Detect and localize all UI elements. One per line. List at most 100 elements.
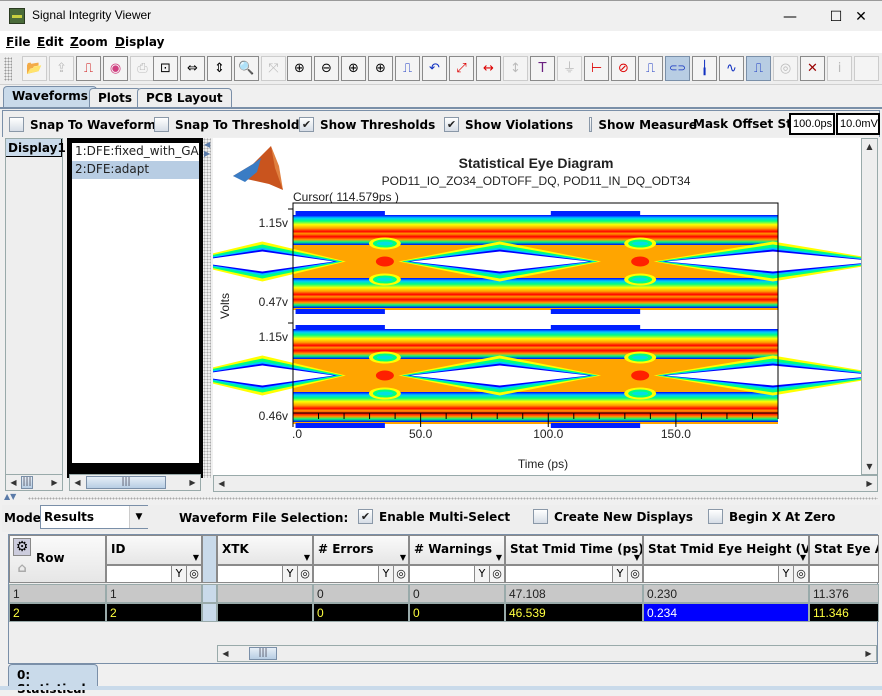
table-cell-selected-row[interactable]: 0 bbox=[313, 603, 409, 622]
tab-plots[interactable]: Plots bbox=[89, 88, 142, 108]
column-header[interactable]: Stat Eye Ar bbox=[809, 535, 879, 565]
splitter-collapse-icon[interactable]: ▲▼ bbox=[4, 492, 16, 501]
mode-select[interactable]: Results ▼ bbox=[40, 505, 148, 529]
zoom-in-button[interactable]: ⊕ bbox=[287, 56, 312, 81]
digital-waveform-button[interactable]: ⎍ bbox=[746, 56, 771, 81]
display-list-hscroll[interactable]: ◀ ||| ▶ bbox=[5, 474, 63, 491]
delete-button[interactable]: ✕ bbox=[800, 56, 825, 81]
show-thresholds-checkbox[interactable]: ✔ Show Thresholds bbox=[299, 117, 435, 132]
eye-diagram-chart[interactable]: Statistical Eye Diagram POD11_IO_ZO34_OD… bbox=[178, 138, 882, 475]
filter-icon[interactable]: Y bbox=[778, 566, 793, 582]
toolbar-grip[interactable] bbox=[4, 57, 12, 81]
snap-to-waveform-checkbox[interactable]: Snap To Waveform bbox=[9, 117, 156, 132]
waveform-item[interactable]: 1:DFE:fixed_with_GA bbox=[72, 143, 199, 161]
zoom-fit-x-button[interactable]: ⇔ bbox=[180, 56, 205, 81]
scroll-right-icon[interactable]: ▶ bbox=[861, 646, 876, 661]
table-cell-selected-row[interactable]: 2 bbox=[9, 603, 106, 622]
show-measure-checkbox[interactable]: Show Measure bbox=[589, 117, 697, 132]
scroll-thumb[interactable]: ||| bbox=[21, 476, 33, 489]
clear-filter-icon[interactable]: ◎ bbox=[793, 566, 808, 582]
clear-filter-icon[interactable]: ◎ bbox=[627, 566, 642, 582]
measure-delta-button[interactable]: ⤢ bbox=[449, 56, 474, 81]
clear-filter-icon[interactable]: ◎ bbox=[489, 566, 504, 582]
scroll-up-icon[interactable]: ▲ bbox=[862, 139, 877, 154]
column-filter-input[interactable]: Y ◎ bbox=[409, 565, 505, 583]
scroll-right-icon[interactable]: ▶ bbox=[47, 475, 62, 490]
zoom-out-button[interactable]: ⊖ bbox=[314, 56, 339, 81]
sine-waveform-button[interactable]: ∿ bbox=[719, 56, 744, 81]
scroll-down-icon[interactable]: ▼ bbox=[862, 459, 877, 474]
scroll-right-icon[interactable]: ▶ bbox=[862, 476, 877, 491]
sort-dropdown-icon[interactable]: ▼ bbox=[634, 553, 640, 562]
begin-x-at-zero-checkbox[interactable]: Begin X At Zero bbox=[708, 509, 835, 524]
column-filter-input[interactable]: Y ◎ bbox=[505, 565, 643, 583]
pulse-waveform-button[interactable]: ⎍ bbox=[638, 56, 663, 81]
horizontal-splitter[interactable] bbox=[28, 497, 878, 500]
column-filter-input[interactable]: Y ◎ bbox=[643, 565, 809, 583]
sort-dropdown-icon[interactable]: ▼ bbox=[800, 553, 806, 562]
scroll-left-icon[interactable]: ◀ bbox=[218, 646, 233, 661]
enable-multi-select-checkbox[interactable]: ✔ Enable Multi-Select bbox=[358, 509, 510, 524]
table-cell[interactable] bbox=[217, 584, 313, 603]
clear-filter-icon[interactable]: ◎ bbox=[297, 566, 312, 582]
plot-hscroll[interactable]: ◀ ▶ bbox=[213, 475, 878, 492]
zoom-button[interactable]: 🔍 bbox=[234, 56, 259, 81]
tab-waveforms[interactable]: Waveforms bbox=[3, 86, 97, 108]
table-cell-selected-row[interactable]: 11.346 bbox=[809, 603, 879, 622]
column-header[interactable]: # Errors ▼ bbox=[313, 535, 409, 565]
scroll-left-icon[interactable]: ◀ bbox=[6, 475, 21, 490]
clear-filter-icon[interactable]: ◎ bbox=[393, 566, 408, 582]
filter-icon[interactable]: Y bbox=[282, 566, 297, 582]
column-filter-input[interactable]: Y ◎ bbox=[217, 565, 313, 583]
table-cell[interactable] bbox=[202, 584, 217, 603]
table-cell-selected-row[interactable]: 2 bbox=[106, 603, 202, 622]
zoom-previous-button[interactable]: ↶ bbox=[422, 56, 447, 81]
table-cell-selected-row[interactable]: 46.539 bbox=[505, 603, 643, 622]
column-filter-input[interactable]: Y ◎ bbox=[313, 565, 409, 583]
mask-offset-voltage-field[interactable]: 10.0mV bbox=[836, 113, 880, 135]
eye-diagram-button[interactable]: ⊂⊃ bbox=[665, 56, 690, 81]
scroll-thumb[interactable]: ||| bbox=[249, 647, 277, 660]
gear-icon[interactable]: ⚙ bbox=[13, 538, 31, 556]
column-header[interactable]: # Warnings ▼ bbox=[409, 535, 505, 565]
table-cell-selected-row[interactable] bbox=[217, 603, 313, 622]
column-header[interactable] bbox=[202, 535, 217, 583]
column-filter-input[interactable] bbox=[809, 565, 879, 583]
filter-icon[interactable]: Y bbox=[378, 566, 393, 582]
scroll-thumb[interactable]: ||| bbox=[86, 476, 166, 489]
column-header-row[interactable]: Row ⚙ ⌂ bbox=[9, 535, 106, 583]
waveform-settings-button[interactable]: ⎍ bbox=[76, 56, 101, 81]
menu-edit[interactable]: Edit bbox=[37, 35, 64, 49]
zoom-fit-button[interactable]: ⊡ bbox=[153, 56, 178, 81]
table-cell-selected-row[interactable] bbox=[202, 603, 217, 622]
table-cell[interactable]: 1 bbox=[9, 584, 106, 603]
filter-icon[interactable]: Y bbox=[474, 566, 489, 582]
table-hscroll[interactable]: ◀ ||| ▶ bbox=[217, 645, 877, 662]
column-header[interactable]: XTK ▼ bbox=[217, 535, 313, 565]
tab-statistical[interactable]: 0: Statistical bbox=[8, 664, 98, 696]
column-header[interactable]: Stat Tmid Eye Height (V) ▼ bbox=[643, 535, 809, 565]
table-cell-selected-row[interactable]: 0.234 bbox=[643, 603, 809, 622]
histogram-button[interactable]: ╽ bbox=[692, 56, 717, 81]
color-wheel-button[interactable]: ◉ bbox=[103, 56, 128, 81]
snap-to-threshold-checkbox[interactable]: Snap To Threshold bbox=[154, 117, 299, 132]
plot-vscroll[interactable]: ▲ ▼ bbox=[861, 138, 878, 475]
no-refresh-button[interactable]: ⊘ bbox=[611, 56, 636, 81]
column-header[interactable]: Stat Tmid Time (ps) ▼ bbox=[505, 535, 643, 565]
minimize-button[interactable]: — bbox=[767, 1, 813, 32]
filter-icon[interactable]: Y bbox=[171, 566, 186, 582]
waveform-list-hscroll[interactable]: ◀ ||| ▶ bbox=[69, 474, 201, 491]
close-button[interactable]: ✕ bbox=[838, 1, 882, 32]
cursor-marker-button[interactable]: ⊢ bbox=[584, 56, 609, 81]
chevron-down-icon[interactable]: ▼ bbox=[129, 506, 148, 528]
table-cell[interactable]: 1 bbox=[106, 584, 202, 603]
menu-file[interactable]: File bbox=[6, 35, 31, 49]
text-annotation-button[interactable]: T bbox=[530, 56, 555, 81]
table-cell-selected-row[interactable]: 0 bbox=[409, 603, 505, 622]
sort-dropdown-icon[interactable]: ▼ bbox=[304, 553, 310, 562]
show-violations-checkbox[interactable]: ✔ Show Violations bbox=[444, 117, 573, 132]
tab-pcb-layout[interactable]: PCB Layout bbox=[137, 88, 232, 108]
sort-dropdown-icon[interactable]: ▼ bbox=[400, 553, 406, 562]
filter-icon[interactable]: Y bbox=[612, 566, 627, 582]
zoom-in-x-button[interactable]: ⊕ bbox=[341, 56, 366, 81]
